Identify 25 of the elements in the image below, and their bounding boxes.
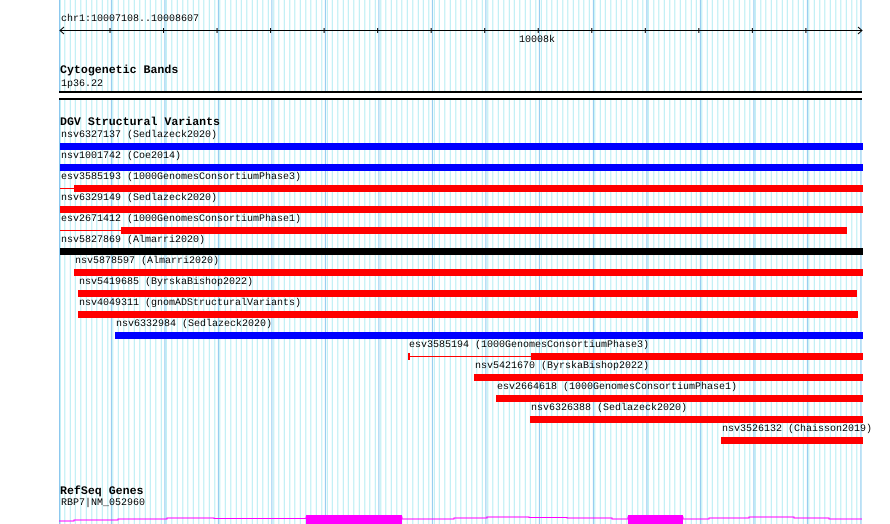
variant-label: esv2664618 (1000GenomesConsortiumPhase1) [497, 382, 738, 394]
variant-label: nsv6327137 (Sedlazeck2020) [61, 130, 218, 142]
variant-label: esv3585194 (1000GenomesConsortiumPhase3) [409, 340, 650, 352]
variant-label: nsv6329149 (Sedlazeck2020) [61, 193, 218, 205]
variant-label: nsv5421670 (ByrskaBishop2022) [475, 361, 650, 373]
variant-label: nsv5827869 (Almarri2020) [61, 235, 206, 247]
gene-model-drawing[interactable] [59, 512, 864, 524]
track-title: Cytogenetic Bands [60, 65, 178, 77]
variant-label: esv2671412 (1000GenomesConsortiumPhase1) [61, 214, 302, 226]
track-title: DGV Structural Variants [60, 117, 220, 129]
gene-label: RBP7|NM_052960 [61, 498, 146, 510]
variant-bar[interactable] [408, 353, 863, 360]
track-title: RefSeq Genes [60, 486, 144, 498]
variant-label: nsv4049311 (gnomADStructuralVariants) [79, 298, 302, 310]
band-label: 1p36.22 [61, 79, 104, 91]
variant-label: nsv1001742 (Coe2014) [61, 151, 182, 163]
variant-label: nsv6326388 (Sedlazeck2020) [531, 403, 688, 415]
variant-label: nsv3526132 (Chaisson2019) [722, 424, 872, 436]
genome-location: chr1:10007108..10008607 [61, 14, 200, 26]
variant-label: esv3585193 (1000GenomesConsortiumPhase3) [61, 172, 302, 184]
variant-label: nsv5419685 (ByrskaBishop2022) [79, 277, 254, 289]
ruler-tick-label: 10008k [519, 35, 556, 47]
variant-label: nsv6332984 (Sedlazeck2020) [116, 319, 272, 331]
variant-bar[interactable] [60, 227, 847, 234]
variant-label: nsv5878597 (Almarri2020) [75, 256, 220, 268]
